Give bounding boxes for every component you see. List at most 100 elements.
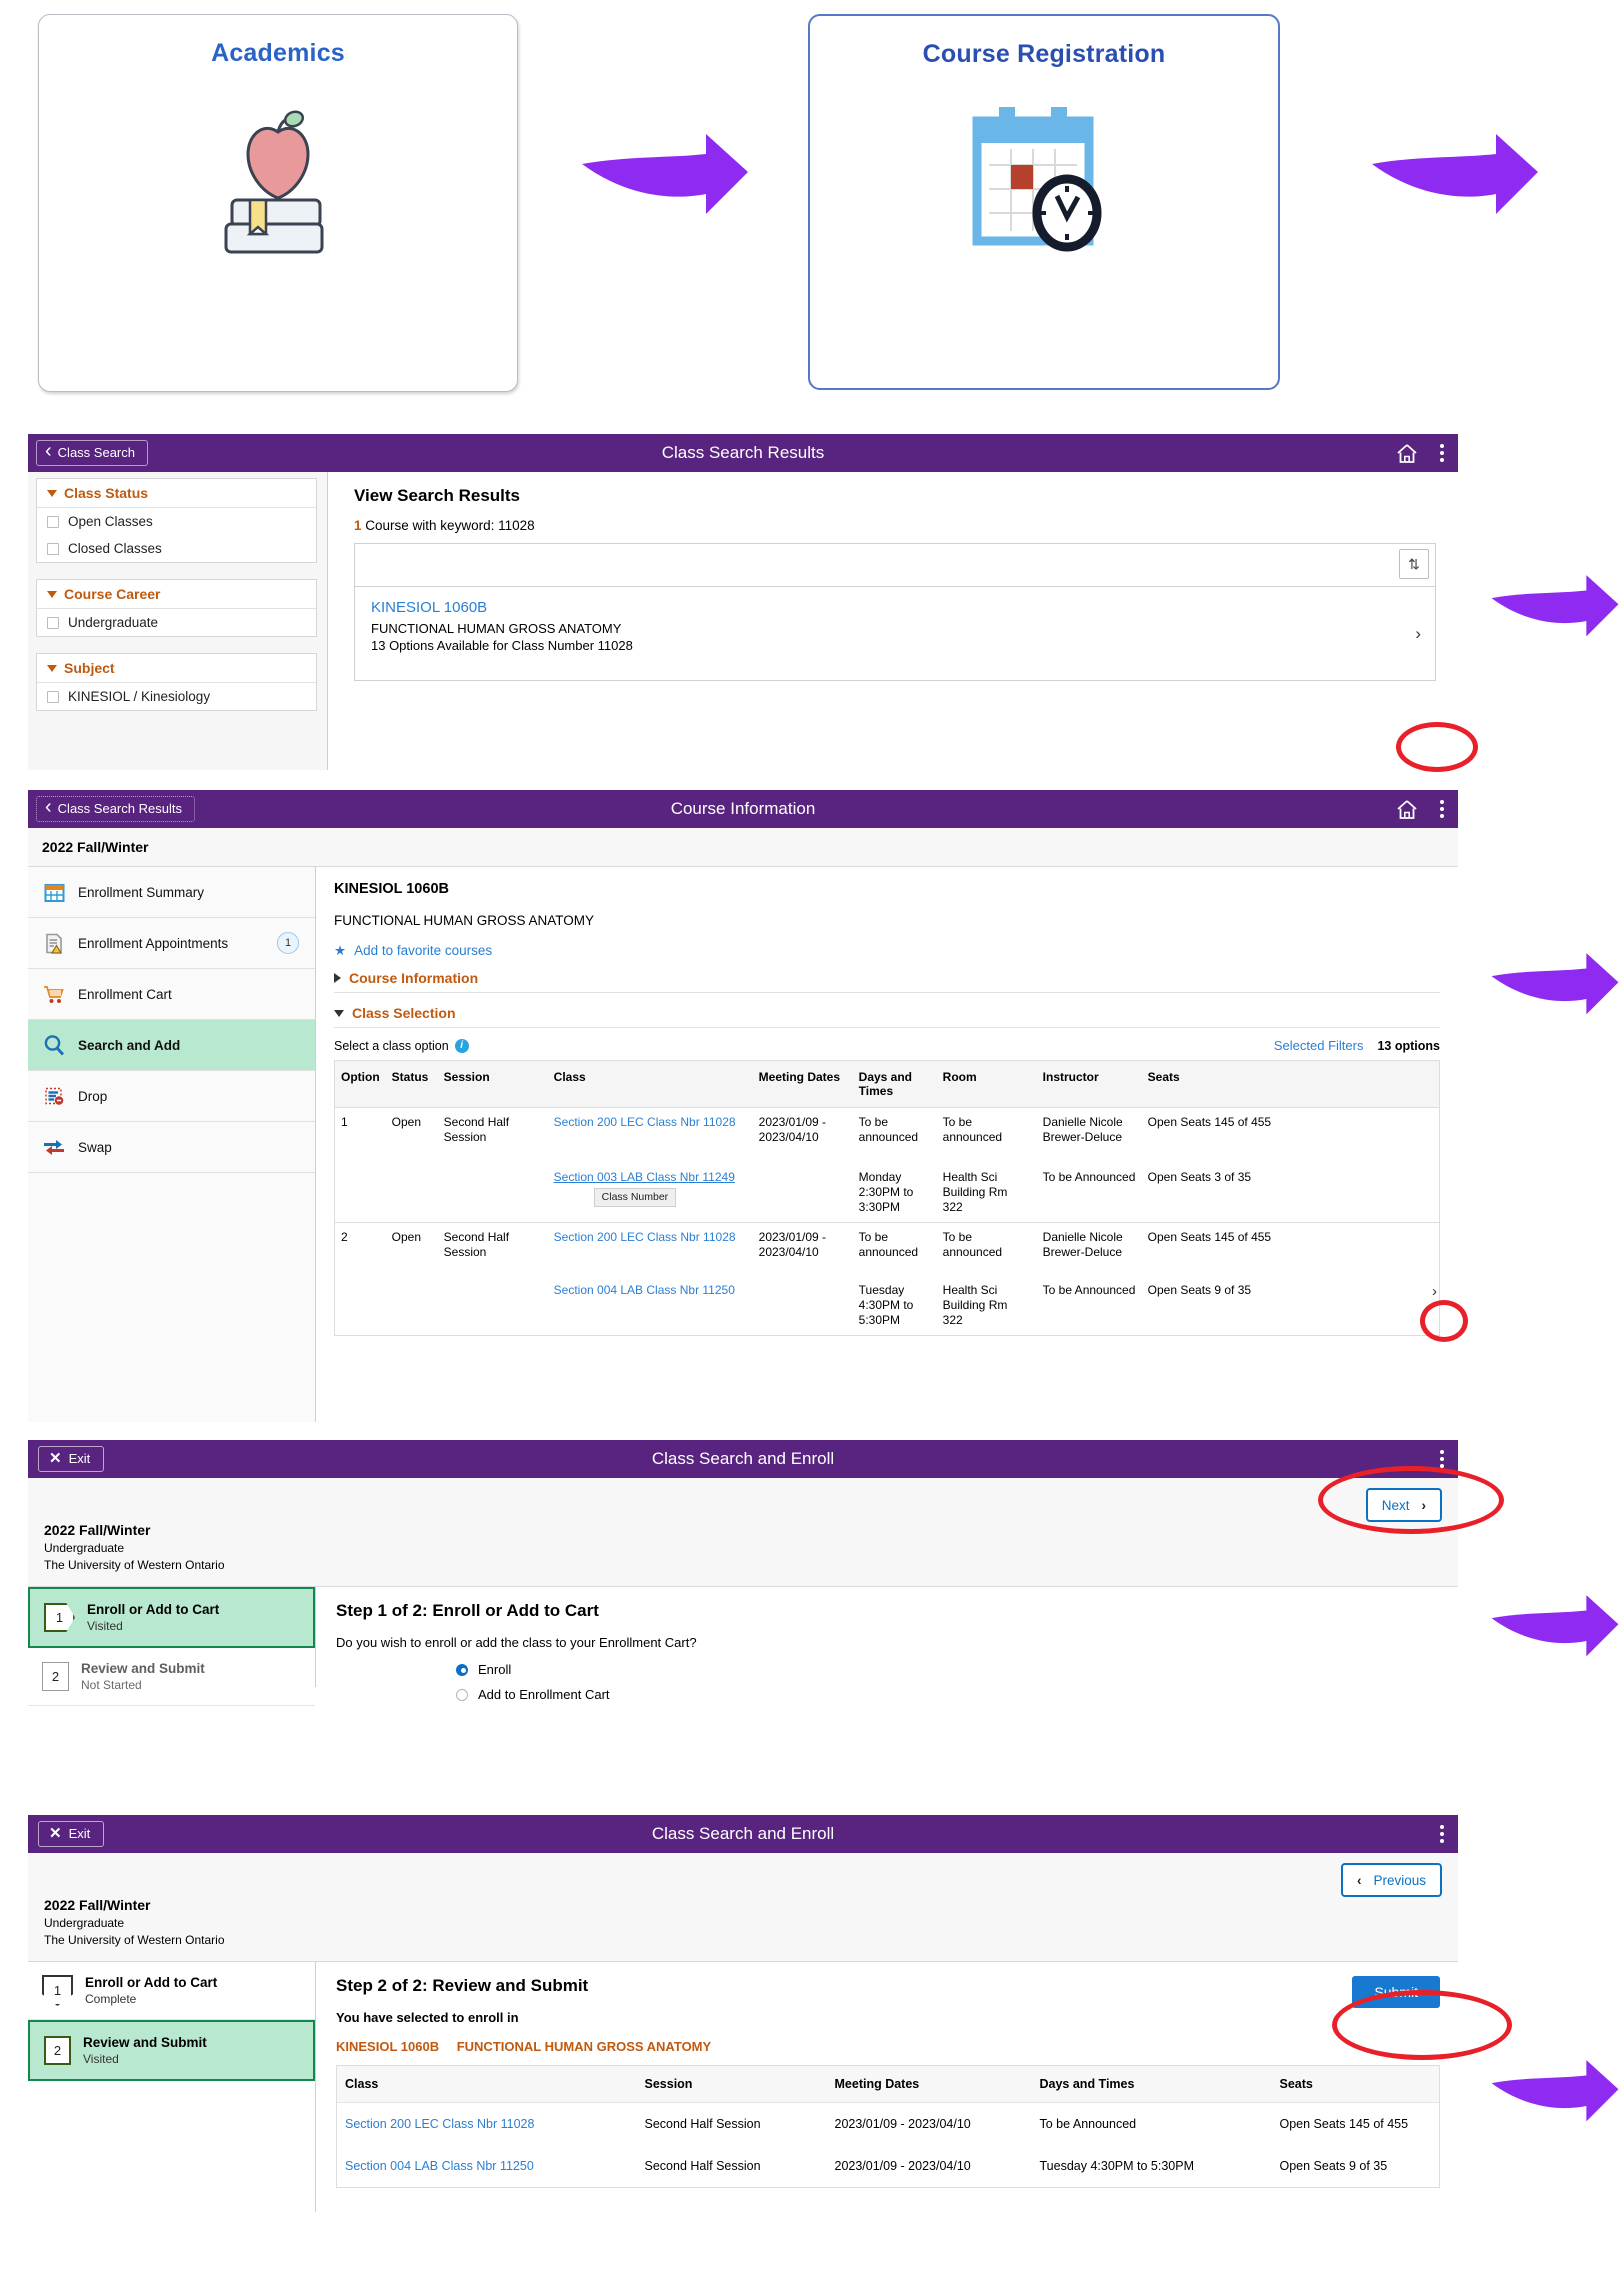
tile-course-registration[interactable]: Course Registration	[808, 14, 1280, 390]
cell-room: To be announced	[942, 1115, 1003, 1144]
facet-header-subject[interactable]: Subject	[37, 654, 316, 683]
home-icon[interactable]	[1396, 443, 1418, 464]
add-to-favorites-link[interactable]: ★ Add to favorite courses	[334, 943, 1440, 958]
table-row[interactable]: Section 004 LAB Class Nbr 11250 Second H…	[337, 2145, 1440, 2188]
table-row[interactable]: Section 200 LEC Class Nbr 11028 Second H…	[337, 2103, 1440, 2146]
radio-icon[interactable]	[456, 1663, 468, 1676]
step-item-enroll-or-add-to-cart[interactable]: 1 Enroll or Add to Cart Visited	[28, 1587, 315, 1648]
kebab-menu-icon[interactable]	[1440, 444, 1444, 462]
cell-seats: Open Seats 3 of 35	[1147, 1170, 1252, 1184]
selected-filters-link[interactable]: Selected Filters	[1274, 1038, 1364, 1053]
table-header-row: Option Status Session Class Meeting Date…	[334, 1060, 1440, 1108]
cell-session: Second Half Session	[644, 2159, 761, 2173]
appointments-badge: 1	[277, 932, 299, 954]
sidebar-item-drop[interactable]: Drop	[28, 1071, 315, 1122]
checkbox-icon[interactable]	[47, 690, 59, 703]
caret-down-icon	[334, 1009, 344, 1017]
sidebar-item-enrollment-summary[interactable]: Enrollment Summary	[28, 867, 315, 918]
kebab-menu-icon[interactable]	[1440, 1450, 1444, 1468]
facet-header-class-status[interactable]: Class Status	[37, 479, 316, 508]
institution-label: The University of Western Ontario	[44, 1558, 225, 1572]
cell-class-link[interactable]: Section 004 LAB Class Nbr 11250	[337, 2145, 637, 2188]
chevron-right-icon[interactable]: ›	[1432, 1283, 1437, 1302]
sidebar-item-enrollment-cart[interactable]: Enrollment Cart	[28, 969, 315, 1020]
tile-academics[interactable]: Academics	[38, 14, 518, 392]
flow-arrow-5	[1490, 1590, 1620, 1660]
search-result-row[interactable]: KINESIOL 1060B FUNCTIONAL HUMAN GROSS AN…	[354, 587, 1436, 681]
sidebar-item-enrollment-appointments[interactable]: Enrollment Appointments 1	[28, 918, 315, 969]
course-code-link[interactable]: KINESIOL 1060B	[371, 599, 1419, 616]
step-label: Review and Submit	[81, 1661, 205, 1676]
panel-class-search-and-enroll-step2: ✕ Exit Class Search and Enroll ‹ Previou…	[28, 1815, 1458, 2265]
previous-button[interactable]: ‹ Previous	[1340, 1863, 1442, 1897]
radio-option-enroll[interactable]: Enroll	[456, 1662, 1440, 1677]
back-to-class-search-results-button[interactable]: Class Search Results	[36, 796, 195, 822]
caret-down-icon	[47, 664, 57, 672]
sidebar-item-swap[interactable]: Swap	[28, 1122, 315, 1173]
section-header-class-selection[interactable]: Class Selection	[334, 1005, 1440, 1028]
col-session: Session	[636, 2065, 827, 2103]
sidebar-item-label: Search and Add	[78, 1037, 181, 1053]
exit-button[interactable]: ✕ Exit	[38, 1446, 105, 1472]
cell-seats: Open Seats 9 of 35	[1279, 2159, 1388, 2173]
facet-option-kinesiol[interactable]: KINESIOL / Kinesiology	[37, 683, 316, 710]
tile-course-registration-title: Course Registration	[922, 40, 1166, 68]
kebab-menu-icon[interactable]	[1440, 1825, 1444, 1843]
cell-instructor: Danielle Nicole Brewer-Deluce	[1042, 1115, 1123, 1144]
col-days-times: Days and Times	[1031, 2065, 1272, 2103]
checkbox-icon[interactable]	[47, 515, 59, 528]
course-title: FUNCTIONAL HUMAN GROSS ANATOMY	[334, 913, 595, 928]
step-item-enroll-or-add-to-cart[interactable]: 1 Enroll or Add to Cart Complete	[28, 1962, 315, 2020]
sidebar-item-label: Drop	[78, 1088, 108, 1104]
facet-option-undergraduate[interactable]: Undergraduate	[37, 609, 316, 636]
table-row[interactable]: 1 Open Second Half Session Section 200 L…	[335, 1108, 1440, 1153]
cell-class-link[interactable]: Section 200 LEC Class Nbr 11028	[547, 1222, 753, 1267]
exit-button[interactable]: ✕ Exit	[38, 1821, 105, 1847]
cell-room: To be announced	[936, 1222, 1037, 1267]
chevron-right-icon[interactable]: ›	[1415, 624, 1421, 644]
chevron-left-icon	[45, 445, 52, 460]
col-meetingdates: Meeting Dates	[752, 1060, 853, 1108]
add-to-favorites-label: Add to favorite courses	[354, 943, 493, 958]
radio-option-add-to-cart[interactable]: Add to Enrollment Cart	[456, 1687, 1440, 1702]
table-row[interactable]: 2 Open Second Half Session Section 200 L…	[334, 1222, 1440, 1336]
cell-class-link[interactable]: Section 003 LAB Class Nbr 11249	[554, 1170, 735, 1184]
cell-meeting-dates	[753, 1152, 853, 1223]
facet-option-open-classes[interactable]: Open Classes	[37, 508, 316, 535]
drop-list-icon	[42, 1084, 66, 1108]
checkbox-icon[interactable]	[47, 616, 59, 629]
cell-class-link-wrap: Section 003 LAB Class Nbr 11249 Class Nu…	[548, 1152, 753, 1223]
enroll-step1-main: Step 1 of 2: Enroll or Add to Cart Do yo…	[316, 1587, 1458, 1702]
step-number: 1	[44, 1603, 75, 1632]
step-item-review-and-submit[interactable]: 2 Review and Submit Visited	[28, 2020, 315, 2081]
cell-class-link[interactable]: Section 200 LEC Class Nbr 11028	[548, 1108, 753, 1153]
institution-label: The University of Western Ontario	[44, 1933, 225, 1947]
exit-label: Exit	[68, 1826, 91, 1841]
facet-header-course-career[interactable]: Course Career	[37, 580, 316, 609]
calendar-icon	[42, 880, 66, 904]
step-label: Enroll or Add to Cart	[87, 1602, 220, 1617]
sidebar-item-search-and-add[interactable]: Search and Add	[28, 1020, 315, 1071]
home-icon[interactable]	[1396, 799, 1418, 820]
enroll-step2-context-band: ‹ Previous 2022 Fall/Winter Undergraduat…	[28, 1853, 1458, 1962]
step-number: 1	[42, 1975, 73, 2006]
info-icon[interactable]: i	[454, 1038, 469, 1053]
sort-updown-icon[interactable]: ⇅	[1399, 549, 1429, 579]
step-item-review-and-submit[interactable]: 2 Review and Submit Not Started	[28, 1648, 315, 1706]
kebab-menu-icon[interactable]	[1440, 800, 1444, 818]
swap-arrows-icon	[42, 1135, 66, 1159]
cell-class-link[interactable]: Section 004 LAB Class Nbr 11250	[548, 1267, 753, 1336]
next-button[interactable]: Next ›	[1365, 1488, 1442, 1522]
page-title: Course Information	[670, 799, 816, 818]
cell-class-link[interactable]: Section 200 LEC Class Nbr 11028	[337, 2103, 637, 2146]
section-header-course-information[interactable]: Course Information	[334, 970, 1440, 993]
facet-option-closed-classes[interactable]: Closed Classes	[37, 535, 316, 562]
caret-down-icon	[47, 489, 57, 497]
course-information-header: Class Search Results Course Information	[28, 790, 1458, 828]
submit-button[interactable]: Submit	[1352, 1976, 1440, 2008]
previous-label: Previous	[1373, 1872, 1426, 1888]
back-to-class-search-button[interactable]: Class Search	[36, 440, 148, 466]
radio-icon[interactable]	[456, 1688, 468, 1701]
cell-instructor: To be Announced	[1042, 1170, 1136, 1184]
checkbox-icon[interactable]	[47, 542, 59, 555]
